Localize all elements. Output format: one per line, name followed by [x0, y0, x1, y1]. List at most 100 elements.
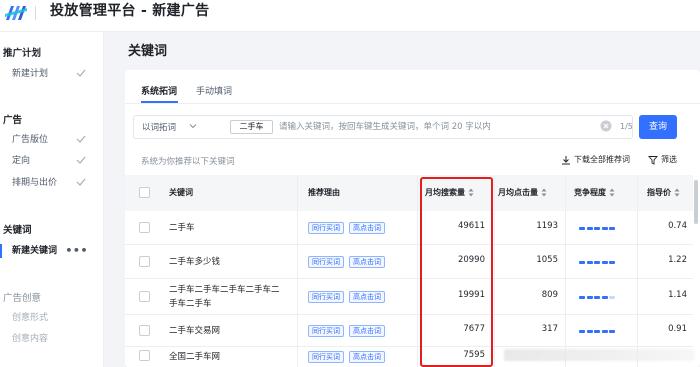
column-header-monthly-searches[interactable]: 月均搜索量	[425, 175, 474, 211]
row-checkbox[interactable]	[139, 325, 150, 336]
sidebar-section-title: 广告创意	[3, 293, 42, 304]
competition-segment	[601, 227, 608, 230]
row-checkbox[interactable]	[139, 291, 150, 302]
search-mode-select[interactable]: 以词拓词	[142, 121, 176, 133]
monthly-clicks-cell: 1193	[536, 221, 558, 231]
guide-price-cell: 0.91	[668, 324, 687, 334]
competition-segment	[586, 296, 593, 299]
monthly-searches-cell: 7677	[463, 324, 485, 334]
keyword-cell: 全国二手车网	[169, 352, 221, 362]
filter-link[interactable]: 筛选	[661, 154, 677, 165]
active-indicator	[0, 244, 2, 258]
sort-icon[interactable]	[609, 188, 615, 197]
sidebar-item-targeting[interactable]: 定向	[12, 153, 96, 169]
download-all-link[interactable]: 下载全部推荐词	[574, 154, 630, 165]
row-checkbox[interactable]	[139, 350, 150, 361]
sort-icon[interactable]	[468, 188, 474, 197]
column-header-competition[interactable]: 竞争程度	[574, 175, 615, 211]
sort-icon[interactable]	[674, 188, 680, 197]
sidebar-item-creative-format[interactable]: 创意形式	[12, 310, 96, 326]
sidebar-item-label: 创意形式	[12, 313, 49, 323]
sidebar-item-label: 创意内容	[12, 334, 49, 344]
more-icon[interactable]: •••	[65, 243, 88, 259]
competition-segment	[594, 227, 600, 230]
monthly-searches-cell: 7595	[463, 350, 485, 360]
column-header-label: 月均搜索量	[425, 188, 465, 197]
keyword-input[interactable]	[279, 118, 539, 136]
table-header: 关键词 推荐理由 月均搜索量 月均点击量 竞争程度 指导价	[125, 175, 693, 211]
monthly-clicks-cell: 1055	[536, 255, 558, 265]
competition-segment	[601, 261, 608, 264]
sidebar-section-title: 关键词	[3, 225, 32, 236]
competition-segment	[601, 296, 608, 299]
monthly-clicks-cell: 809	[541, 290, 558, 300]
sidebar-item-new-plan[interactable]: 新建计划	[12, 66, 96, 82]
check-icon	[76, 135, 86, 143]
row-checkbox[interactable]	[139, 256, 150, 267]
keyword-cell: 二手车交易网	[169, 326, 221, 336]
watermark	[504, 349, 694, 361]
competition-segment	[579, 261, 585, 264]
sidebar-section-title: 广告	[3, 115, 23, 126]
reason-tag: 同行买词	[308, 256, 344, 268]
sidebar-item-new-keyword[interactable]: 新建关键词 •••	[12, 243, 96, 259]
sidebar-item-ad-placement[interactable]: 广告版位	[12, 132, 96, 148]
app-title: 投放管理平台 - 新建广告	[50, 3, 210, 19]
sidebar-item-creative-content[interactable]: 创意内容	[12, 331, 96, 347]
competition-segment	[594, 296, 600, 299]
column-header-guide-price[interactable]: 指导价	[647, 175, 680, 211]
table-row[interactable]: 二手车多少钱 同行买词 高点击词 20990 1055 1.22	[125, 245, 693, 279]
competition-bar	[579, 330, 617, 333]
guide-price-cell: 1.22	[668, 255, 687, 265]
table-row[interactable]: 二手车 同行买词 高点击词 49611 1193 0.74	[125, 211, 693, 245]
column-header-label: 月均点击量	[498, 188, 538, 197]
competition-segment	[609, 330, 615, 333]
guide-price-cell: 0.74	[668, 221, 687, 231]
monthly-searches-cell: 49611	[457, 221, 485, 231]
column-header-keyword: 关键词	[169, 188, 193, 197]
tabs-divider	[125, 103, 700, 104]
keyword-cell: 二手车	[169, 223, 195, 233]
search-box: 以词拓词 二手车 1/5	[133, 115, 633, 139]
header-divider	[35, 6, 36, 20]
query-button[interactable]: 查询	[639, 115, 677, 139]
table-row[interactable]: 二手车交易网 同行买词 高点击词 7677 317 0.91	[125, 315, 693, 347]
competition-segment	[609, 227, 615, 230]
reason-tag: 同行买词	[308, 325, 344, 337]
row-checkbox[interactable]	[139, 222, 150, 233]
reason-tag: 同行买词	[308, 291, 344, 303]
sidebar-section-title: 推广计划	[3, 48, 42, 59]
competition-segment	[579, 296, 585, 299]
sort-icon[interactable]	[541, 188, 547, 197]
competition-bar	[579, 261, 617, 264]
check-icon	[76, 156, 86, 164]
scrollbar[interactable]	[694, 180, 698, 224]
sidebar-item-label: 定向	[12, 156, 31, 166]
sidebar-item-label: 排期与出价	[12, 178, 58, 188]
competition-segment	[586, 227, 593, 230]
competition-segment	[586, 261, 593, 264]
tab-system-expand[interactable]: 系统拓词	[141, 84, 177, 97]
tab-manual-fill[interactable]: 手动填词	[196, 84, 232, 97]
reason-tag: 高点击词	[349, 325, 385, 337]
check-icon	[76, 178, 86, 186]
select-all-checkbox[interactable]	[139, 187, 150, 198]
column-header-label: 指导价	[647, 188, 671, 197]
competition-bar	[579, 296, 617, 299]
download-icon	[562, 156, 570, 165]
chevron-down-icon[interactable]	[189, 122, 197, 130]
sidebar: 推广计划 新建计划 广告 广告版位 定向 排期与出价 关键词 新建关键词 •••…	[0, 32, 104, 367]
keyword-cell: 二手车二手车二手车二手车二手车二手车	[169, 285, 280, 309]
sidebar-item-label: 新建关键词	[12, 246, 58, 256]
column-header-monthly-clicks[interactable]: 月均点击量	[498, 175, 547, 211]
clear-icon[interactable]	[600, 120, 612, 132]
competition-segment	[609, 261, 615, 264]
keyword-cell: 二手车多少钱	[169, 257, 221, 267]
sidebar-item-schedule-bid[interactable]: 排期与出价	[12, 175, 96, 191]
filter-icon	[648, 156, 658, 165]
table-row[interactable]: 二手车二手车二手车二手车二手车二手车 同行买词 高点击词 19991 809 1…	[125, 279, 693, 315]
keyword-chip[interactable]: 二手车	[230, 120, 273, 134]
reason-tag: 同行买词	[308, 351, 344, 363]
monthly-clicks-cell: 317	[541, 324, 558, 334]
reason-tag: 高点击词	[349, 351, 385, 363]
